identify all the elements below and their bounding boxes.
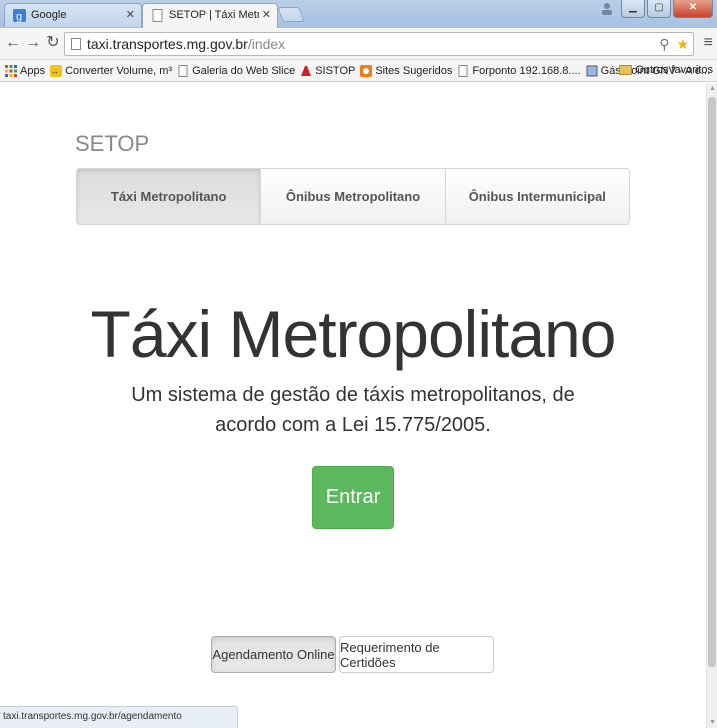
scroll-thumb[interactable] [708, 97, 716, 667]
scroll-up-icon[interactable]: ▲ [709, 85, 716, 92]
page-icon [71, 38, 81, 50]
enter-button[interactable]: Entrar [312, 466, 394, 529]
brand-title[interactable]: SETOP [75, 131, 149, 157]
tab-label: Google [31, 9, 67, 21]
page-viewport: SETOP Táxi Metropolitano Ônibus Metropol… [0, 83, 706, 728]
address-host: taxi.transportes.mg.gov.br [87, 36, 248, 52]
close-icon[interactable]: ✕ [126, 4, 135, 26]
status-bar: taxi.transportes.mg.gov.br/agendamento [0, 706, 238, 728]
bookmark-forponto[interactable]: Forponto 192.168.8.... [457, 64, 581, 77]
vertical-scrollbar[interactable]: ▲ ▼ [706, 83, 717, 728]
browser-toolbar: ← → ↻ taxi.transportes.mg.gov.br/index ⚲… [0, 28, 717, 60]
bookmark-web-slice[interactable]: Galeria do Web Slice [177, 64, 296, 77]
reload-icon[interactable]: ↻ [44, 34, 62, 52]
scroll-down-icon[interactable]: ▼ [709, 719, 716, 726]
apps-grid-icon [5, 64, 17, 77]
new-tab-button[interactable] [277, 7, 305, 22]
other-bookmarks-label: Outros favoritos [635, 64, 713, 76]
bookmark-label: Galeria do Web Slice [192, 64, 296, 77]
address-path: /index [247, 36, 286, 52]
svg-text:g: g [16, 11, 22, 22]
sistop-icon [301, 65, 312, 76]
bookmark-converter[interactable]: ↔ Converter Volume, m³ [50, 64, 173, 77]
tab-label: SETOP | Táxi Metropolitan [169, 9, 259, 21]
nav-onibus-metropolitano[interactable]: Ônibus Metropolitano [261, 169, 446, 224]
address-bar[interactable]: taxi.transportes.mg.gov.br/index ⚲ ★ [64, 32, 694, 56]
close-window-button[interactable]: ✕ [673, 0, 713, 18]
bookmark-label: Converter Volume, m³ [65, 64, 173, 77]
other-bookmarks-folder[interactable]: Outros favoritos [619, 64, 713, 76]
bookmark-sites-sugeridos[interactable]: Sites Sugeridos [360, 64, 453, 77]
zoom-icon[interactable]: ⚲ [659, 36, 669, 52]
page-icon [458, 64, 468, 77]
bookmark-label: Forponto 192.168.8.... [472, 64, 581, 77]
converter-icon: ↔ [50, 64, 63, 77]
forward-arrow-icon[interactable]: → [24, 34, 42, 52]
nav-taxi-metropolitano[interactable]: Táxi Metropolitano [77, 169, 262, 224]
hero-title: Táxi Metropolitano [90, 297, 617, 371]
bookmarks-bar: Apps ↔ Converter Volume, m³ Galeria do W… [0, 60, 717, 82]
maximize-button[interactable]: ▢ [647, 0, 671, 18]
browser-window: g Google ✕ SETOP | Táxi Metropolitan ✕ ▁… [0, 0, 717, 728]
svg-text:↔: ↔ [51, 67, 59, 76]
page-icon [152, 9, 163, 22]
agendamento-online-button[interactable]: Agendamento Online [211, 636, 336, 673]
tab-setop[interactable]: SETOP | Táxi Metropolitan ✕ [142, 3, 278, 28]
close-icon[interactable]: ✕ [262, 4, 271, 26]
sites-icon [360, 64, 373, 77]
hero-subtitle: Um sistema de gestão de táxis metropolit… [131, 384, 575, 436]
folder-icon [619, 65, 633, 75]
bookmark-label: SISTOP [315, 64, 356, 77]
tab-strip: g Google ✕ SETOP | Táxi Metropolitan ✕ ▁… [0, 0, 717, 28]
gas-icon [586, 65, 598, 76]
bookmark-apps[interactable]: Apps [5, 64, 46, 77]
bookmark-label: Sites Sugeridos [375, 64, 453, 77]
window-controls: ▁ ▢ ✕ [595, 0, 713, 18]
bookmark-label: Apps [20, 64, 46, 77]
bookmark-sistop[interactable]: SISTOP [300, 65, 355, 77]
page-icon [178, 64, 188, 77]
main-nav: Táxi Metropolitano Ônibus Metropolitano … [76, 168, 630, 225]
menu-icon[interactable]: ≡ [704, 34, 713, 52]
tab-google[interactable]: g Google ✕ [4, 3, 142, 27]
requerimento-certidoes-button[interactable]: Requerimento de Certidões [339, 636, 494, 673]
back-arrow-icon[interactable]: ← [4, 34, 22, 52]
user-icon[interactable] [595, 0, 619, 18]
minimize-button[interactable]: ▁ [621, 0, 645, 18]
nav-onibus-intermunicipal[interactable]: Ônibus Intermunicipal [446, 169, 629, 224]
google-icon: g [13, 9, 26, 22]
star-icon[interactable]: ★ [676, 36, 689, 52]
